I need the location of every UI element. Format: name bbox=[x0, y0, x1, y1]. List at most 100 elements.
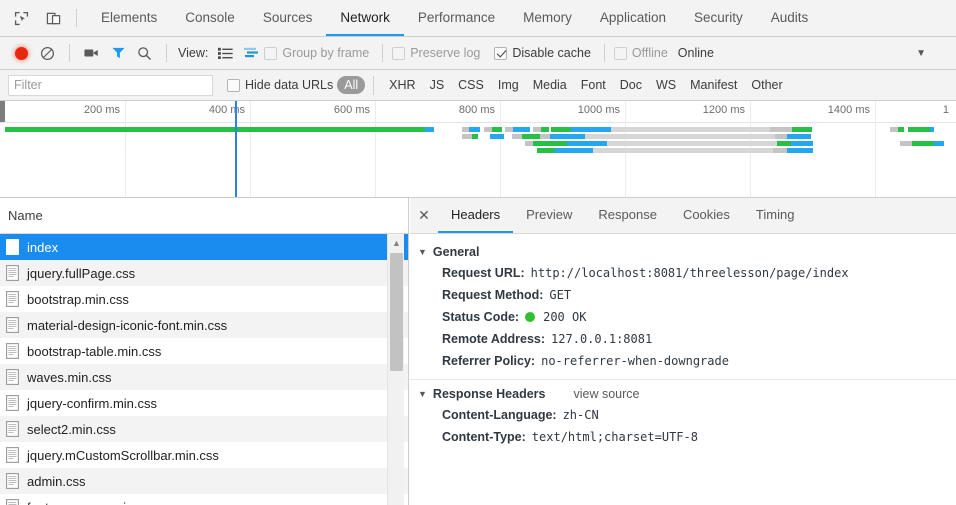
tab-console[interactable]: Console bbox=[171, 0, 249, 36]
record-button[interactable] bbox=[8, 41, 34, 65]
section-divider bbox=[410, 379, 956, 380]
filter-pill-other[interactable]: Other bbox=[744, 76, 789, 94]
request-row[interactable]: bootstrap.min.css bbox=[0, 286, 408, 312]
filter-pill-js[interactable]: JS bbox=[423, 76, 452, 94]
waterfall-segment bbox=[898, 127, 904, 132]
request-row[interactable]: bootstrap-table.min.css bbox=[0, 338, 408, 364]
tab-application[interactable]: Application bbox=[586, 0, 680, 36]
disable-cache-checkbox[interactable]: Disable cache bbox=[494, 46, 591, 60]
chevron-down-icon[interactable]: ▼ bbox=[916, 48, 926, 59]
scroll-up-arrow-icon[interactable]: ▲ bbox=[388, 234, 405, 251]
waterfall-segment bbox=[537, 148, 555, 153]
tab-cookies-label: Cookies bbox=[682, 207, 730, 222]
request-row[interactable]: waves.min.css bbox=[0, 364, 408, 390]
ruler-tick-label: 1 bbox=[942, 104, 949, 116]
tab-network[interactable]: Network bbox=[326, 0, 404, 36]
request-name: jquery.mCustomScrollbar.min.css bbox=[27, 447, 219, 463]
request-row[interactable]: jquery.fullPage.css bbox=[0, 260, 408, 286]
file-icon bbox=[6, 447, 19, 463]
offline-checkbox[interactable]: Offline bbox=[613, 46, 668, 60]
clear-icon bbox=[40, 46, 54, 60]
waterfall-segment bbox=[555, 148, 593, 153]
throttling-select[interactable]: Online bbox=[678, 46, 714, 60]
request-name: material-design-iconic-font.min.css bbox=[27, 317, 228, 333]
tab-timing[interactable]: Timing bbox=[743, 198, 808, 233]
search-icon bbox=[137, 46, 151, 60]
header-row-content-type: Content-Type: text/html;charset=UTF-8 bbox=[410, 426, 956, 448]
column-header-name[interactable]: Name bbox=[8, 208, 43, 223]
tab-elements[interactable]: Elements bbox=[87, 0, 171, 36]
request-row[interactable]: material-design-iconic-font.min.css bbox=[0, 312, 408, 338]
clear-button[interactable] bbox=[34, 41, 60, 65]
tab-audits[interactable]: Audits bbox=[757, 0, 823, 36]
device-toolbar-icon[interactable] bbox=[40, 5, 66, 31]
view-source-link[interactable]: view source bbox=[573, 387, 639, 401]
tab-memory[interactable]: Memory bbox=[509, 0, 586, 36]
waterfall-segment bbox=[462, 127, 469, 132]
request-row[interactable]: font-awesome.min.css bbox=[0, 494, 408, 505]
file-icon bbox=[6, 369, 19, 385]
close-icon[interactable]: ✕ bbox=[410, 198, 438, 233]
request-details-pane: ✕ Headers Preview Response Cookies Timin… bbox=[410, 198, 956, 505]
scrollbar-thumb[interactable] bbox=[390, 253, 403, 371]
filter-pill-ws[interactable]: WS bbox=[649, 76, 683, 94]
filter-pill-font[interactable]: Font bbox=[574, 76, 613, 94]
filter-pill-css[interactable]: CSS bbox=[451, 76, 491, 94]
preserve-log-checkbox[interactable]: Preserve log bbox=[392, 46, 480, 60]
filter-toggle-button[interactable] bbox=[105, 41, 131, 65]
capture-screenshots-button[interactable] bbox=[79, 41, 105, 65]
network-filter-bar: Hide data URLs All XHR JS CSS Img Media … bbox=[0, 70, 956, 101]
filter-pill-img[interactable]: Img bbox=[491, 76, 526, 94]
request-row[interactable]: admin.css bbox=[0, 468, 408, 494]
content-type-value: text/html;charset=UTF-8 bbox=[531, 430, 698, 444]
filter-pill-manifest[interactable]: Manifest bbox=[683, 76, 744, 94]
ruler-tick-label: 400 ms bbox=[208, 104, 245, 116]
hide-data-urls-checkbox[interactable]: Hide data URLs bbox=[227, 78, 333, 92]
request-row[interactable]: select2.min.css bbox=[0, 416, 408, 442]
filter-input[interactable] bbox=[8, 74, 213, 96]
show-overview-button[interactable] bbox=[238, 41, 264, 65]
tab-sources[interactable]: Sources bbox=[249, 0, 327, 36]
tab-performance-label: Performance bbox=[417, 9, 496, 25]
remote-address-key: Remote Address: bbox=[442, 332, 546, 346]
overview-playhead[interactable] bbox=[235, 101, 237, 197]
offline-label: Offline bbox=[631, 46, 668, 60]
request-method-value: GET bbox=[549, 288, 572, 302]
filter-pill-xhr[interactable]: XHR bbox=[382, 76, 422, 94]
tab-headers[interactable]: Headers bbox=[438, 198, 514, 233]
view-large-rows-button[interactable] bbox=[212, 41, 238, 65]
tab-performance[interactable]: Performance bbox=[404, 0, 509, 36]
request-row[interactable]: jquery-confirm.min.css bbox=[0, 390, 408, 416]
network-overview[interactable]: 200 ms 400 ms 600 ms 800 ms 1000 ms 1200 ms 14… bbox=[0, 101, 956, 198]
header-row-request-method: Request Method: GET bbox=[410, 284, 956, 306]
inspect-element-icon[interactable] bbox=[8, 5, 34, 31]
filter-pill-all[interactable]: All bbox=[337, 76, 366, 94]
filter-pill-doc[interactable]: Doc bbox=[613, 76, 649, 94]
request-url-key: Request URL: bbox=[442, 266, 525, 280]
request-list-scrollbar[interactable]: ▲ bbox=[387, 234, 404, 505]
tab-security[interactable]: Security bbox=[680, 0, 757, 36]
content-language-value: zh-CN bbox=[562, 408, 599, 422]
response-headers-section-header[interactable]: ▼ Response Headers view source bbox=[410, 384, 956, 404]
request-row[interactable]: jquery.mCustomScrollbar.min.css bbox=[0, 442, 408, 468]
request-row[interactable]: index bbox=[0, 234, 408, 260]
content-type-key: Content-Type: bbox=[442, 430, 526, 444]
headers-body: ▼ General Request URL: http://localhost:… bbox=[410, 234, 956, 448]
tab-elements-label: Elements bbox=[101, 9, 158, 25]
group-by-frame-checkbox[interactable]: Group by frame bbox=[264, 46, 369, 60]
disable-cache-checkbox-box bbox=[494, 46, 508, 60]
general-section-header[interactable]: ▼ General bbox=[410, 242, 956, 262]
filter-pill-media[interactable]: Media bbox=[526, 76, 574, 94]
waterfall-segment bbox=[533, 141, 567, 146]
request-url-value[interactable]: http://localhost:8081/threelesson/page/i… bbox=[531, 266, 849, 280]
search-button[interactable] bbox=[131, 41, 157, 65]
tab-preview[interactable]: Preview bbox=[513, 198, 585, 233]
waterfall-segment bbox=[522, 134, 540, 139]
tab-response[interactable]: Response bbox=[585, 198, 670, 233]
tab-cookies[interactable]: Cookies bbox=[670, 198, 743, 233]
waterfall-segment bbox=[469, 127, 480, 132]
tabstrip-divider bbox=[76, 9, 77, 27]
devtools-tabstrip: Elements Console Sources Network Perform… bbox=[0, 0, 956, 37]
ruler-tick-label: 800 ms bbox=[458, 104, 495, 116]
content-language-key: Content-Language: bbox=[442, 408, 557, 422]
